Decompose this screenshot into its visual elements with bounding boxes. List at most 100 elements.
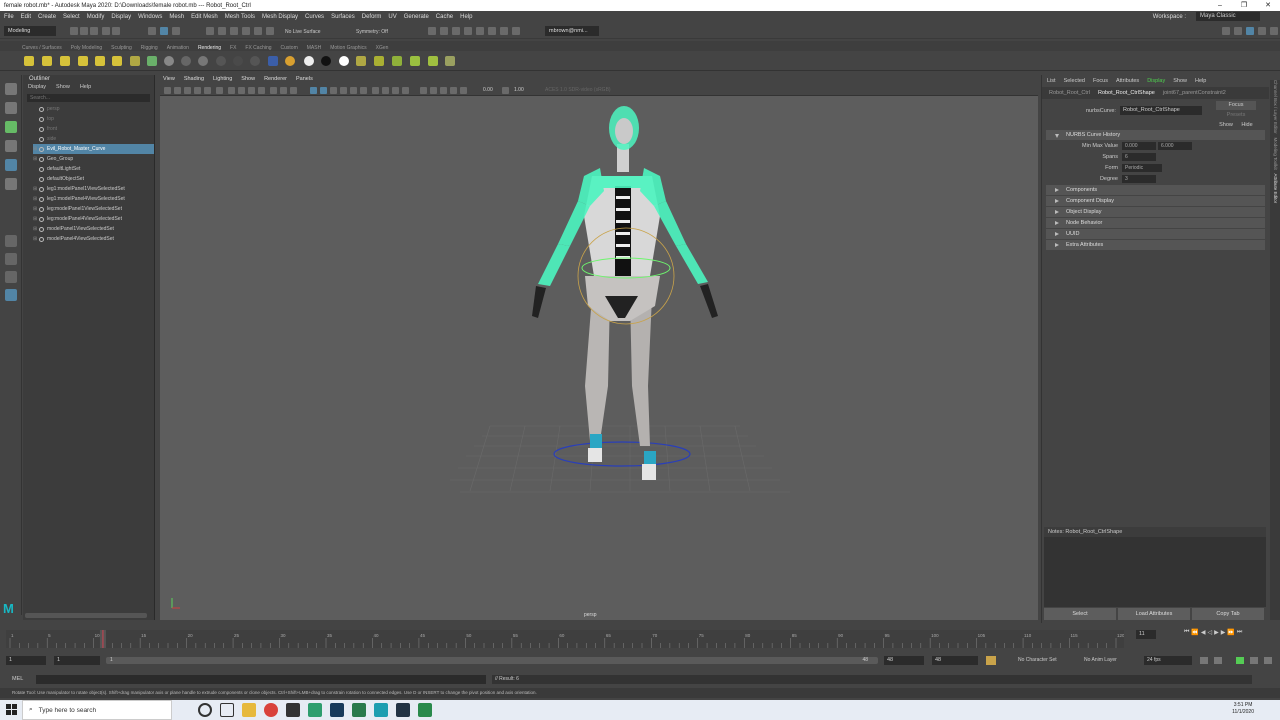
render-setup-icon[interactable] [488, 27, 496, 35]
area-light-icon[interactable] [78, 56, 88, 66]
ae-hide-button[interactable]: Hide [1237, 121, 1257, 129]
menu-edit-mesh[interactable]: Edit Mesh [191, 14, 218, 20]
xray-joints-icon[interactable] [440, 87, 447, 94]
menu-cache[interactable]: Cache [436, 14, 453, 20]
auto-key-icon[interactable] [986, 656, 996, 665]
lambert-material-icon[interactable] [181, 56, 191, 66]
ae-select-button[interactable]: Select [1044, 608, 1116, 620]
task-view-icon[interactable] [220, 703, 234, 717]
textured-icon[interactable] [340, 87, 347, 94]
resolution-gate-icon[interactable] [248, 87, 255, 94]
attribute-editor-toggle-icon[interactable] [1246, 27, 1254, 35]
ae-tab-parent-constraint[interactable]: joint67_parentConstraint2 [1163, 90, 1226, 96]
outliner-item[interactable]: defaultObjectSet [33, 174, 154, 184]
paint-select-tool-icon[interactable] [5, 121, 17, 133]
viewport-menu-show[interactable]: Show [241, 76, 255, 84]
outliner-item[interactable]: ⊞ leg1:modelPanel1ViewSelectedSet [33, 184, 154, 194]
ae-section-components[interactable]: Components [1046, 185, 1265, 195]
photoshop-icon[interactable] [330, 703, 344, 717]
taskbar-search-input[interactable]: ⌕ Type here to search [22, 700, 172, 720]
outliner-item[interactable]: top [33, 114, 154, 124]
attr-degree-field[interactable]: 3 [1122, 174, 1156, 183]
menu-generate[interactable]: Generate [404, 14, 429, 20]
go-to-end-icon[interactable]: ⏭ [1237, 629, 1242, 636]
command-input[interactable] [36, 674, 486, 684]
animation-start-field[interactable]: 1 [6, 656, 46, 665]
ae-presets-button[interactable]: Presets [1216, 111, 1256, 120]
play-forward-icon[interactable]: ▶ [1214, 629, 1219, 636]
anim-prefs-icon[interactable] [1236, 657, 1244, 664]
lasso-tool-icon[interactable] [5, 102, 17, 114]
render-flag-icon[interactable] [392, 56, 402, 66]
outliner-item[interactable]: side [33, 134, 154, 144]
color-space-dropdown[interactable]: ACES 1.0 SDR-video (sRGB) [545, 87, 611, 93]
menu-surfaces[interactable]: Surfaces [331, 14, 355, 20]
ae-menu-list[interactable]: List [1047, 78, 1056, 84]
single-perspective-layout-icon[interactable] [5, 235, 17, 247]
step-forward-frame-icon[interactable]: ▶ [1221, 629, 1226, 636]
bookmarks-icon[interactable] [184, 87, 191, 94]
animation-end-field[interactable]: 48 [932, 656, 978, 665]
ae-section-component-display[interactable]: Component Display [1046, 196, 1265, 206]
shadows-icon[interactable] [360, 87, 367, 94]
chrome-icon[interactable] [264, 703, 278, 717]
maximize-button[interactable]: ❐ [1232, 0, 1256, 11]
gamma-icon[interactable] [502, 87, 509, 94]
ae-section-node-behavior[interactable]: Node Behavior [1046, 218, 1265, 228]
time-ruler[interactable]: 1 5 10 15 20 25 30 35 40 45 50 55 60 65 70 75 80 85 90 95 10… [6, 630, 1125, 648]
menu-select[interactable]: Select [63, 14, 80, 20]
cortana-icon[interactable] [198, 703, 212, 717]
anti-aliasing-icon[interactable] [392, 87, 399, 94]
isolate-select-icon[interactable] [420, 87, 427, 94]
surface-shader-icon[interactable] [233, 56, 243, 66]
camtasia-icon[interactable] [418, 703, 432, 717]
open-scene-icon[interactable] [80, 27, 88, 35]
rotate-tool-icon[interactable] [5, 159, 17, 171]
maya-taskbar-icon[interactable] [374, 703, 388, 717]
outliner-item[interactable]: persp [33, 104, 154, 114]
grease-pencil-icon[interactable] [216, 87, 223, 94]
ambient-light-icon[interactable] [95, 56, 105, 66]
wireframe-icon[interactable] [310, 87, 317, 94]
outliner-item[interactable]: ⊞ leg1:modelPanel4ViewSelectedSet [33, 194, 154, 204]
point-light-icon[interactable] [60, 56, 70, 66]
render-region-icon[interactable] [428, 56, 438, 66]
white-material-icon[interactable] [304, 56, 314, 66]
black-material-icon[interactable] [321, 56, 331, 66]
grid-icon[interactable] [228, 87, 235, 94]
tool-settings-icon[interactable] [1258, 27, 1266, 35]
steam-icon[interactable] [396, 703, 410, 717]
menu-deform[interactable]: Deform [362, 14, 382, 20]
phong-material-icon[interactable] [198, 56, 208, 66]
play-back-icon[interactable]: ◁ [1208, 629, 1213, 636]
menu-windows[interactable]: Windows [138, 14, 162, 20]
motion-blur-icon[interactable] [382, 87, 389, 94]
move-tool-icon[interactable] [5, 140, 17, 152]
field-chart-icon[interactable] [270, 87, 277, 94]
menu-display[interactable]: Display [111, 14, 131, 20]
app-green-icon[interactable] [352, 703, 366, 717]
ae-section-uuid[interactable]: UUID [1046, 229, 1265, 239]
perspective-viewport[interactable] [160, 96, 1038, 620]
gate-mask-icon[interactable] [258, 87, 265, 94]
xray-components-icon[interactable] [450, 87, 457, 94]
exposure-icon[interactable] [460, 87, 467, 94]
exposure-field[interactable]: 0.00 [483, 87, 493, 93]
undo-icon[interactable] [102, 27, 110, 35]
ambient-occlusion-icon[interactable] [339, 56, 349, 66]
layered-shader-icon[interactable] [250, 56, 260, 66]
ae-menu-help[interactable]: Help [1195, 78, 1206, 84]
snap-point-icon[interactable] [230, 27, 238, 35]
outliner-item[interactable]: ⊞ leg:modelPanel1ViewSelectedSet [33, 204, 154, 214]
menu-mesh-display[interactable]: Mesh Display [262, 14, 298, 20]
channel-box-icon[interactable] [1234, 27, 1242, 35]
ue-icon[interactable] [286, 703, 300, 717]
outliner-item[interactable]: defaultLightSet [33, 164, 154, 174]
new-scene-icon[interactable] [70, 27, 78, 35]
render-sphere-icon[interactable] [285, 56, 295, 66]
volume-light-icon[interactable] [112, 56, 122, 66]
ae-load-attributes-button[interactable]: Load Attributes [1118, 608, 1190, 620]
side-tab-channel-box[interactable]: Channel Box / Layer Editor [1273, 80, 1278, 134]
minimize-button[interactable]: – [1208, 0, 1232, 11]
app-3-icon[interactable] [308, 703, 322, 717]
